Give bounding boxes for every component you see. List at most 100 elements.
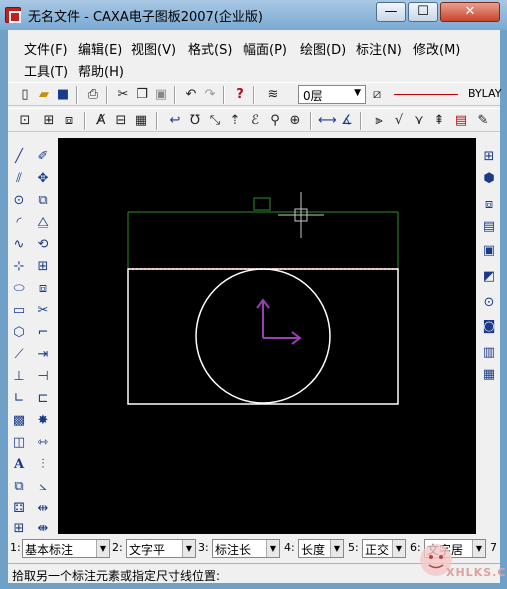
angle-dimension-icon[interactable]: ∡ bbox=[338, 112, 356, 130]
drawing-canvas[interactable] bbox=[58, 138, 476, 534]
menu-edit[interactable]: 编辑(E) bbox=[76, 38, 124, 59]
equidistant-tool-icon[interactable]: ∟ bbox=[10, 390, 28, 408]
scale-tool-icon[interactable]: ⧈ bbox=[34, 280, 52, 298]
dimension-mode-select[interactable]: 基本标注 ▼ bbox=[22, 539, 110, 558]
array-tool-icon[interactable]: ⊞ bbox=[34, 258, 52, 276]
fill-icon[interactable]: ▦ bbox=[132, 112, 150, 130]
text-direction-select[interactable]: 文字平 ▼ bbox=[126, 539, 196, 558]
minimize-button[interactable]: — bbox=[376, 2, 406, 22]
menu-view[interactable]: 视图(V) bbox=[129, 38, 178, 59]
bom-icon[interactable]: ▦ bbox=[480, 366, 498, 384]
chain-icon[interactable]: ℰ bbox=[246, 112, 264, 130]
block-edit-icon[interactable]: ▤ bbox=[480, 218, 498, 236]
ellipse-tool-icon[interactable]: ⬭ bbox=[10, 280, 28, 298]
edit-dimension-icon[interactable]: ✎ bbox=[474, 112, 492, 130]
dim-break-icon[interactable]: ⇹ bbox=[34, 500, 52, 518]
layer-control-icon[interactable]: ◩ bbox=[480, 268, 498, 286]
block-insert-icon[interactable]: ◫ bbox=[10, 434, 28, 452]
new-file-icon[interactable]: ▯ bbox=[16, 86, 34, 104]
query-icon[interactable]: ▣ bbox=[480, 242, 498, 260]
measure-icon[interactable]: ⤡ bbox=[206, 112, 224, 130]
line-tool-icon[interactable]: ╱ bbox=[10, 148, 28, 166]
fillet-tool-icon[interactable]: ⌐ bbox=[34, 324, 52, 342]
arc-tool-icon[interactable]: ◜ bbox=[10, 214, 28, 232]
polyline-tool-icon[interactable]: ⟋ bbox=[10, 346, 28, 364]
zoom-window-icon[interactable]: ⊞ bbox=[40, 112, 58, 130]
rotate-tool-icon[interactable]: ⟲ bbox=[34, 236, 52, 254]
weld-icon[interactable]: ⋎ bbox=[410, 112, 428, 130]
explode-tool-icon[interactable]: ✸ bbox=[34, 412, 52, 430]
menu-dimension[interactable]: 标注(N) bbox=[354, 38, 404, 59]
dimension-style-icon[interactable]: ⊟ bbox=[112, 112, 130, 130]
save-icon[interactable]: ■ bbox=[54, 86, 72, 104]
length-type-select[interactable]: 长度 ▼ bbox=[298, 539, 344, 558]
table-tool-icon[interactable]: ⊞ bbox=[10, 520, 28, 538]
snap-icon[interactable]: ⊕ bbox=[286, 112, 304, 130]
undo-icon[interactable]: ↶ bbox=[182, 86, 200, 104]
capture-icon[interactable]: ⊙ bbox=[480, 294, 498, 312]
chamfer-tool-icon[interactable]: ⦣ bbox=[34, 478, 52, 496]
menu-sheet[interactable]: 幅面(P) bbox=[241, 38, 289, 59]
zoom-all-icon[interactable]: ⧈ bbox=[60, 112, 78, 130]
parallel-line-icon[interactable]: ⫽ bbox=[10, 170, 28, 188]
spline-tool-icon[interactable]: ∿ bbox=[10, 236, 28, 254]
stretch-tool-icon[interactable]: ⊏ bbox=[34, 390, 52, 408]
grid-icon[interactable]: ▥ bbox=[480, 344, 498, 362]
help-icon[interactable]: ? bbox=[231, 86, 249, 104]
print-icon[interactable]: ⎙ bbox=[84, 86, 102, 104]
move-tool-icon[interactable]: ✥ bbox=[34, 170, 52, 188]
break-tool-icon[interactable]: ⊣ bbox=[34, 368, 52, 386]
caxa-app-icon[interactable] bbox=[5, 7, 21, 23]
text-style-icon[interactable]: A̸ bbox=[92, 112, 110, 130]
linear-dimension-icon[interactable]: ⟷ bbox=[318, 112, 337, 130]
linetype-icon[interactable]: ⧄ bbox=[368, 86, 386, 104]
align-tool-icon[interactable]: ⇿ bbox=[34, 434, 52, 452]
text-tool-icon[interactable]: A bbox=[10, 456, 28, 474]
image-tool-icon[interactable]: ⚃ bbox=[10, 500, 28, 518]
orthogonal-select[interactable]: 正交 ▼ bbox=[362, 539, 406, 558]
orthogonal-icon[interactable]: ⊞ bbox=[480, 148, 498, 166]
edit-tool-icon[interactable]: ⫶ bbox=[34, 456, 52, 474]
trim-tool-icon[interactable]: ✂ bbox=[34, 302, 52, 320]
menu-tools[interactable]: 工具(T) bbox=[22, 60, 70, 81]
offset-icon[interactable]: ⇡ bbox=[226, 112, 244, 130]
dim-adjust-icon[interactable]: ⇼ bbox=[34, 520, 52, 538]
layer-manager-icon[interactable]: ≋ bbox=[264, 86, 282, 104]
roughness-icon[interactable]: √ bbox=[390, 112, 408, 130]
close-button[interactable]: ✕ bbox=[440, 2, 500, 22]
rectangle-tool-icon[interactable]: ▭ bbox=[10, 302, 28, 320]
title-block-icon[interactable]: ▤ bbox=[452, 112, 470, 130]
extend-tool-icon[interactable]: ⇥ bbox=[34, 346, 52, 364]
cut-icon[interactable]: ✂ bbox=[114, 86, 132, 104]
copy-icon[interactable]: ❐ bbox=[133, 86, 151, 104]
polygon-tool-icon[interactable]: ⬡ bbox=[10, 324, 28, 342]
linetype-value[interactable]: BYLAY bbox=[468, 87, 501, 100]
mirror-tool-icon[interactable]: ⧋ bbox=[34, 214, 52, 232]
arc-tool-icon[interactable]: ↩ bbox=[166, 112, 184, 130]
open-folder-icon[interactable]: ▰ bbox=[35, 86, 53, 104]
copy-tool-icon[interactable]: ⧉ bbox=[34, 192, 52, 210]
menu-format[interactable]: 格式(S) bbox=[186, 38, 234, 59]
paste-icon[interactable]: ▣ bbox=[152, 86, 170, 104]
menu-help[interactable]: 帮助(H) bbox=[76, 60, 126, 81]
maximize-button[interactable]: ☐ bbox=[408, 2, 438, 22]
centerline-tool-icon[interactable]: ⊥ bbox=[10, 368, 28, 386]
tolerance-icon[interactable]: ⇞ bbox=[430, 112, 448, 130]
layer-tool-icon[interactable]: ⧉ bbox=[10, 478, 28, 496]
redraw-icon[interactable]: ⊡ bbox=[16, 112, 34, 130]
camera-icon[interactable]: ◙ bbox=[480, 318, 498, 336]
point-tool-icon[interactable]: ⊹ bbox=[10, 258, 28, 276]
redo-icon[interactable]: ↷ bbox=[201, 86, 219, 104]
parts-library-icon[interactable]: ⧈ bbox=[480, 196, 498, 214]
circle-tool-icon[interactable]: ⊙ bbox=[10, 192, 28, 210]
spring-icon[interactable]: ℧ bbox=[186, 112, 204, 130]
block-icon[interactable]: ⚲ bbox=[266, 112, 284, 130]
dimension-length-select[interactable]: 标注长 ▼ bbox=[212, 539, 280, 558]
datum-icon[interactable]: ⫸ bbox=[370, 112, 388, 130]
menu-modify[interactable]: 修改(M) bbox=[411, 38, 462, 59]
brush-tool-icon[interactable]: ✐ bbox=[34, 148, 52, 166]
hatch-tool-icon[interactable]: ▩ bbox=[10, 412, 28, 430]
menu-file[interactable]: 文件(F) bbox=[22, 38, 70, 59]
intersection-icon[interactable]: ⬢ bbox=[480, 170, 498, 188]
layer-select[interactable]: 0层 ▼ bbox=[298, 85, 366, 104]
